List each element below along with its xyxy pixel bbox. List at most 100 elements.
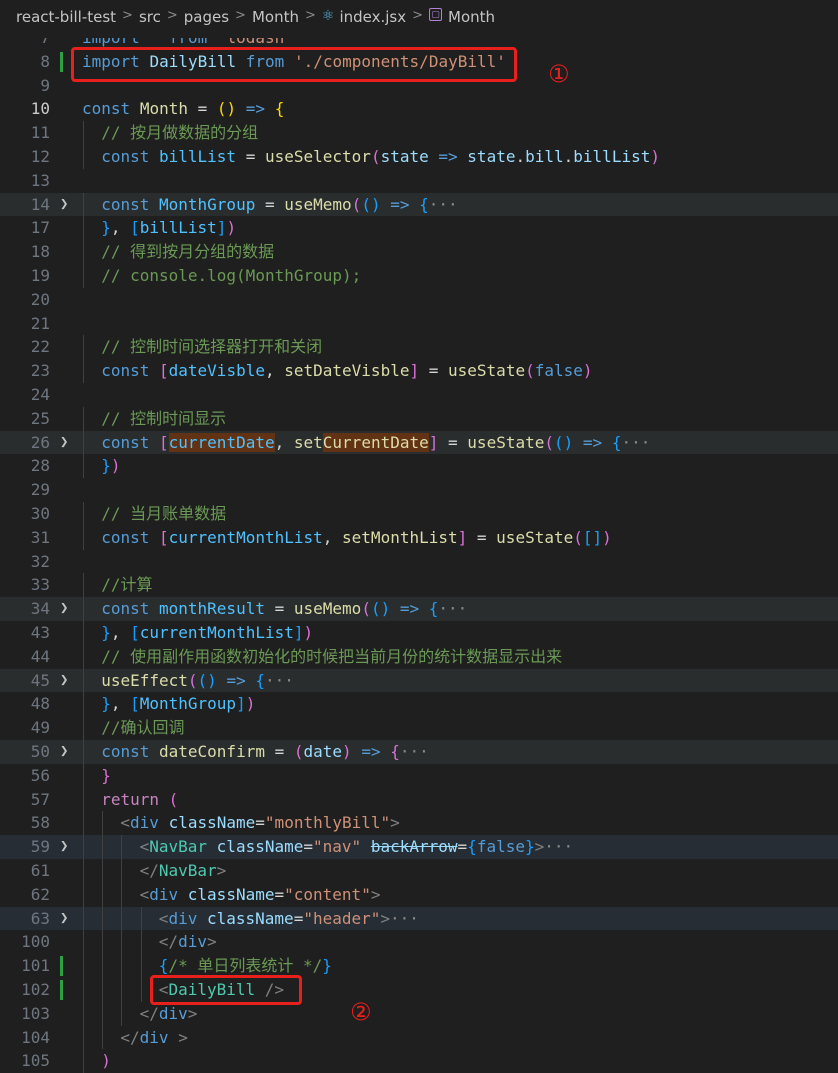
code-line[interactable]: 14 ❯ const MonthGroup = useMemo(() => {··· (0, 192, 838, 217)
code-line[interactable]: 62 <div className="content"> (0, 882, 838, 907)
fold-chevron-icon[interactable]: ❯ (60, 431, 68, 455)
code-line[interactable]: 25 // 控制时间显示 (0, 406, 838, 431)
fold-chevron-icon[interactable]: ❯ (60, 669, 68, 693)
line-number: 61 (30, 861, 50, 880)
code-line[interactable]: 23 const [dateVisble, setDateVisble] = us… (0, 359, 838, 383)
code-line[interactable]: 44 // 使用副作用函数初始化的时候把当前月份的统计数据显示出来 (0, 644, 838, 669)
code-line[interactable]: 43}, [currentMonthList]) (0, 621, 838, 645)
code-token: </ (158, 932, 179, 952)
code-line[interactable]: 10 const Month = () => { (0, 97, 838, 121)
code-token: const (101, 432, 150, 452)
code-token: ) (110, 456, 121, 476)
code-text: const billList = useSelector(state => st… (101, 145, 660, 169)
indent-guide (83, 859, 84, 883)
code-token: => (245, 99, 266, 119)
code-token: backArrow (370, 837, 458, 857)
code-line[interactable]: 103 </div> (0, 1001, 838, 1026)
code-editor[interactable]: 7import from 'lodash'8import DailyBill f… (0, 26, 838, 1073)
code-line[interactable]: 13 (0, 169, 838, 193)
annotation-marker-1: ① (548, 60, 570, 88)
code-token: => (390, 194, 410, 214)
code-token: ··· (399, 742, 429, 761)
code-line[interactable]: 28}) (0, 454, 838, 479)
line-number: 14 (30, 194, 50, 214)
code-line[interactable]: 59 ❯ <NavBar className="nav" backArrow={fa… (0, 835, 838, 859)
line-number: 8 (40, 51, 50, 71)
code-line[interactable]: 49 //确认回调 (0, 716, 838, 740)
code-token: => (361, 742, 381, 761)
breadcrumb-item-src[interactable]: src (139, 8, 161, 26)
code-token: className (168, 813, 256, 833)
code-line[interactable]: 105) (0, 1049, 838, 1073)
breadcrumb-item-month-folder[interactable]: Month (252, 8, 299, 26)
code-token: ] (457, 527, 468, 547)
fold-chevron-icon[interactable]: ❯ (60, 907, 68, 931)
code-token: { (158, 956, 169, 976)
code-token: //计算 (101, 575, 153, 595)
code-line[interactable]: 58 <div className="monthlyBill"> (0, 811, 838, 836)
indent-guide (102, 859, 104, 883)
indent-guide (140, 906, 142, 931)
react-file-icon: ⚛ (321, 8, 335, 24)
code-line[interactable]: 17}, [billList]) (0, 216, 838, 241)
code-line[interactable]: 21 (0, 312, 838, 336)
code-line[interactable]: 33 //计算 (0, 573, 838, 598)
code-line[interactable]: 31 const [currentMonthList, setMonthList]… (0, 525, 838, 550)
code-line[interactable]: 30 // 当月账单数据 (0, 502, 838, 526)
code-line[interactable]: 45 ❯ useEffect(() => {··· (0, 668, 838, 693)
code-token: div (130, 813, 159, 833)
code-line[interactable]: 11 // 按月做数据的分组 (0, 121, 838, 145)
code-line[interactable]: 12 const billList = useSelector(state => … (0, 145, 838, 169)
code-line[interactable]: 104 </div > (0, 1025, 838, 1050)
fold-chevron-icon[interactable]: ❯ (60, 597, 68, 621)
breadcrumb-item-pages[interactable]: pages (184, 8, 229, 26)
chevron-right-icon: > (304, 8, 316, 23)
indent-guide (121, 954, 123, 978)
fold-chevron-icon[interactable]: ❯ (60, 740, 68, 764)
code-token: = (255, 194, 285, 214)
breadcrumb-item-symbol[interactable]: Month (448, 8, 495, 26)
code-line[interactable]: 24 (0, 383, 838, 407)
code-line[interactable]: 57 return ( (0, 787, 838, 812)
indent-guide (83, 668, 84, 693)
code-line[interactable]: 19 // console.log(MonthGroup); (0, 264, 838, 288)
code-line[interactable]: 48}, [MonthGroup]) (0, 692, 838, 717)
fold-chevron-icon[interactable]: ❯ (60, 835, 68, 859)
code-token: useState (467, 432, 545, 452)
indent-guide (83, 740, 84, 764)
code-line[interactable]: 63 ❯ <div className="header">··· (0, 906, 838, 931)
code-token: , (264, 361, 285, 381)
code-line[interactable]: 18 // 得到按月分组的数据 (0, 240, 838, 264)
code-line[interactable]: 29 (0, 478, 838, 502)
breadcrumb-item-file[interactable]: index.jsx (339, 8, 406, 26)
added-line-marker (60, 51, 63, 72)
fold-chevron-icon[interactable]: ❯ (60, 193, 68, 217)
indent-guide (83, 1025, 84, 1050)
code-line[interactable]: 56} (0, 763, 838, 788)
code-line[interactable]: 50 ❯ const dateConfirm = (date) => {··· (0, 740, 838, 764)
chevron-right-icon: > (166, 8, 178, 23)
code-token: ) (602, 527, 612, 547)
code-line[interactable]: 32 (0, 550, 838, 574)
code-line[interactable]: 22 // 控制时间选择器打开和关闭 (0, 335, 838, 360)
indent-guide (83, 954, 84, 978)
code-line[interactable]: 34 ❯ const monthResult = useMemo(() => {··… (0, 597, 838, 621)
code-line[interactable]: 20 (0, 288, 838, 312)
indent-guide (83, 573, 84, 598)
code-token: billList (573, 147, 651, 166)
line-number: 103 (21, 1003, 50, 1023)
code-token: className (187, 884, 275, 904)
code-token: dateConfirm (159, 742, 265, 761)
code-line[interactable]: 61 </NavBar> (0, 859, 838, 883)
code-line[interactable]: 100 </div> (0, 930, 838, 955)
code-line[interactable]: 101 {/* 单日列表统计 */} (0, 954, 838, 978)
code-token: ( (361, 599, 371, 619)
breadcrumb-item-project[interactable]: react-bill-test (16, 8, 116, 26)
code-line[interactable]: 102 <DailyBill /> (0, 978, 838, 1002)
code-line[interactable]: 26 ❯ const [currentDate, setCurrentDate] =… (0, 430, 838, 455)
code-text: }, [currentMonthList]) (101, 621, 313, 645)
code-text: // 控制时间显示 (101, 407, 226, 431)
